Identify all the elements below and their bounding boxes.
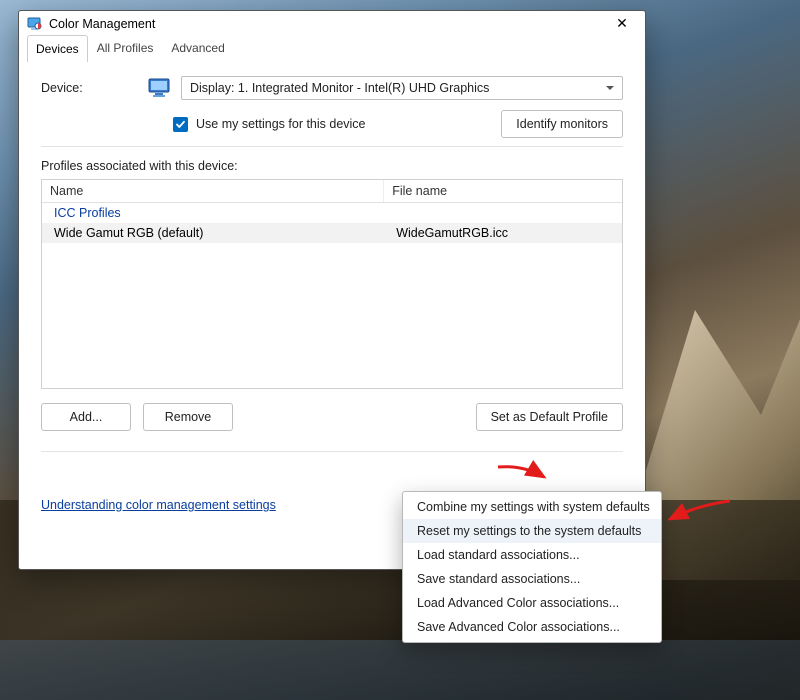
tab-all-profiles[interactable]: All Profiles: [88, 34, 163, 61]
table-header: Name File name: [42, 180, 622, 203]
tabstrip: Devices All Profiles Advanced: [19, 34, 645, 62]
profiles-table[interactable]: Name File name ICC Profiles Wide Gamut R…: [41, 179, 623, 389]
titlebar: Color Management ✕: [19, 11, 645, 34]
device-row: Device: Display: 1. Integrated Monitor -…: [41, 76, 623, 100]
menu-combine[interactable]: Combine my settings with system defaults: [403, 495, 661, 519]
use-my-settings-checkbox[interactable]: [173, 117, 188, 132]
menu-load-advanced[interactable]: Load Advanced Color associations...: [403, 591, 661, 615]
tab-advanced[interactable]: Advanced: [162, 34, 233, 61]
monitor-icon: [147, 78, 171, 98]
device-select-value: Display: 1. Integrated Monitor - Intel(R…: [190, 81, 489, 95]
col-name[interactable]: Name: [42, 180, 384, 202]
color-management-dialog: Color Management ✕ Devices All Profiles …: [18, 10, 646, 570]
table-row[interactable]: Wide Gamut RGB (default) WideGamutRGB.ic…: [42, 223, 622, 243]
identify-monitors-button[interactable]: Identify monitors: [501, 110, 623, 138]
help-link[interactable]: Understanding color management settings: [41, 498, 276, 512]
window-title: Color Management: [49, 17, 607, 31]
cell-name: Wide Gamut RGB (default): [42, 223, 384, 243]
menu-save-standard[interactable]: Save standard associations...: [403, 567, 661, 591]
device-label: Device:: [41, 81, 137, 95]
annotation-arrow-icon: [664, 499, 734, 527]
cell-file: WideGamutRGB.icc: [384, 223, 622, 243]
col-file[interactable]: File name: [384, 180, 622, 202]
menu-save-advanced[interactable]: Save Advanced Color associations...: [403, 615, 661, 639]
use-my-settings-label: Use my settings for this device: [196, 117, 366, 131]
separator: [41, 146, 623, 147]
window-close-button[interactable]: ✕: [607, 15, 637, 32]
remove-button[interactable]: Remove: [143, 403, 233, 431]
separator: [41, 451, 623, 452]
profiles-dropdown-menu: Combine my settings with system defaults…: [402, 491, 662, 643]
app-icon: [27, 16, 43, 32]
group-icc-profiles: ICC Profiles: [42, 203, 622, 223]
tab-devices[interactable]: Devices: [27, 35, 88, 62]
menu-load-standard[interactable]: Load standard associations...: [403, 543, 661, 567]
profiles-section-label: Profiles associated with this device:: [41, 159, 623, 173]
device-select[interactable]: Display: 1. Integrated Monitor - Intel(R…: [181, 76, 623, 100]
menu-reset[interactable]: Reset my settings to the system defaults: [403, 519, 661, 543]
set-default-button[interactable]: Set as Default Profile: [476, 403, 623, 431]
add-button[interactable]: Add...: [41, 403, 131, 431]
